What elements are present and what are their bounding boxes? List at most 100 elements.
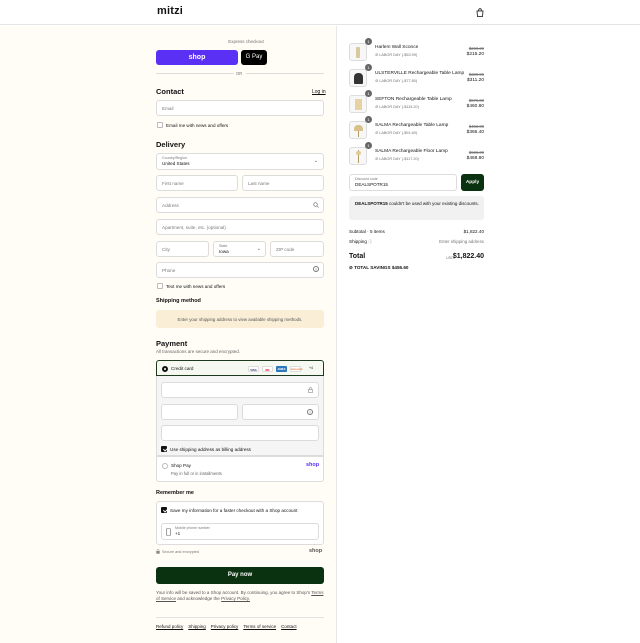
chevron-down-icon: ⌄ <box>313 158 318 164</box>
mobile-phone-icon <box>166 528 171 536</box>
discount-error-text: DEALSPOTR15 couldn't be used with your e… <box>355 201 479 206</box>
quantity-badge: 1 <box>365 38 372 45</box>
product-name: Harlem Wall Sconce <box>375 45 419 50</box>
original-price: $269.29 <box>468 46 484 51</box>
product-discount: ⊘ LABOR DAY (-$117.20) <box>375 157 419 161</box>
lock-icon <box>308 387 313 393</box>
payment-heading: Payment <box>156 339 188 348</box>
product-image <box>349 147 367 165</box>
express-checkout-label: Express checkout <box>228 39 264 44</box>
contact-link[interactable]: Contact <box>281 624 297 629</box>
discount-code-field[interactable]: Discount code DEALSPOTR15 <box>349 174 457 191</box>
shop-pay-option[interactable]: Shop Pay Pay in full or in installments … <box>156 456 324 482</box>
card-number-field[interactable] <box>161 382 319 398</box>
mobile-phone-field[interactable]: Mobile phone number +1 <box>161 523 319 540</box>
total-value: $1,822.40 <box>452 253 484 260</box>
billing-address-checkbox[interactable] <box>161 446 167 452</box>
email-news-checkbox[interactable] <box>157 122 163 128</box>
total-savings: ⊘ TOTAL SAVINGS $455.60 <box>349 265 409 270</box>
original-price: $458.00 <box>468 124 484 129</box>
help-icon[interactable]: ? <box>313 266 319 272</box>
login-link[interactable]: Log in <box>312 89 326 95</box>
refund-policy-link[interactable]: Refund policy <box>156 624 183 629</box>
city-field[interactable]: City <box>156 241 209 257</box>
credit-card-radio[interactable] <box>162 366 168 372</box>
terms-text: Your info will be saved to a Shop accoun… <box>156 590 324 602</box>
google-pay-button[interactable]: G Pay <box>241 50 267 65</box>
visa-icon: VISA <box>248 366 259 372</box>
original-price: $389.00 <box>468 72 484 77</box>
sale-price: $460.80 <box>466 104 484 109</box>
security-code-field[interactable]: ? <box>242 404 319 420</box>
secure-encrypted-text: Secure and encrypted <box>162 550 200 554</box>
payment-secure-text: All transactions are secure and encrypte… <box>156 349 241 354</box>
first-name-field[interactable]: First name <box>156 175 238 191</box>
sale-price: $366.40 <box>466 130 484 135</box>
help-icon[interactable]: ⓘ <box>368 239 372 244</box>
subtotal-label: Subtotal · 5 items <box>349 229 385 234</box>
zip-code-field[interactable]: ZIP code <box>270 241 324 257</box>
expiration-date-field[interactable] <box>161 404 238 420</box>
amex-icon: AMEX <box>276 366 287 372</box>
pay-now-button[interactable]: Pay now <box>156 567 324 584</box>
help-icon[interactable]: ? <box>307 409 313 415</box>
product-name: SALMA Rechargeable Floor Lamp <box>375 149 448 154</box>
total-label: Total <box>349 253 366 260</box>
privacy-policy-footer-link[interactable]: Privacy policy <box>211 624 239 629</box>
store-logo[interactable]: mitzi <box>157 5 183 17</box>
last-name-field[interactable]: Last name <box>242 175 324 191</box>
product-name: SALMA Rechargeable Table Lamp <box>375 123 449 128</box>
product-image <box>349 95 367 113</box>
shipping-info-box: Enter your shipping address to view avai… <box>156 310 324 328</box>
text-news-label: Text me with news and offers <box>166 284 226 289</box>
footer-divider <box>156 617 324 618</box>
save-info-label: Save my information for a faster checkou… <box>170 508 298 513</box>
email-field[interactable]: Email <box>156 100 324 116</box>
delivery-heading: Delivery <box>156 140 186 149</box>
credit-card-label: Credit card <box>171 366 194 371</box>
shop-pay-button[interactable]: shop <box>156 50 238 65</box>
shipping-value: Enter shipping address <box>439 239 484 244</box>
lock-icon <box>156 549 160 554</box>
quantity-badge: 1 <box>365 64 372 71</box>
discount-error-box: DEALSPOTR15 couldn't be used with your e… <box>349 196 484 220</box>
apartment-field[interactable]: Apartment, suite, etc. (optional) <box>156 219 324 235</box>
original-price: $576.00 <box>468 98 484 103</box>
shipping-method-heading: Shipping method <box>156 298 201 304</box>
more-cards-badge: +4 <box>309 366 313 370</box>
product-discount: ⊘ LABOR DAY (-$91.60) <box>375 131 418 135</box>
save-info-checkbox[interactable] <box>161 507 167 513</box>
shipping-link[interactable]: Shipping <box>188 624 206 629</box>
address-field[interactable]: Address <box>156 197 324 213</box>
apply-discount-button[interactable]: Apply <box>461 174 484 191</box>
search-icon <box>313 202 319 208</box>
shop-pay-radio[interactable] <box>162 463 168 469</box>
state-select[interactable]: State Iowa ⌄ <box>213 241 266 257</box>
name-on-card-field[interactable] <box>161 425 319 441</box>
divider-left <box>156 73 234 74</box>
product-image <box>349 121 367 139</box>
credit-card-option[interactable]: Credit card VISA MC AMEX DISCOVER +4 <box>156 360 324 376</box>
privacy-policy-link[interactable]: Privacy Policy. <box>221 596 250 601</box>
shipping-label: Shipping ⓘ <box>349 239 373 244</box>
shipping-info-text: Enter your shipping address to view avai… <box>177 317 303 322</box>
text-news-checkbox[interactable] <box>157 283 163 289</box>
discover-icon: DISCOVER <box>290 366 302 372</box>
product-discount: ⊘ LABOR DAY (-$115.20) <box>375 105 419 109</box>
product-image <box>349 69 367 87</box>
product-discount: ⊘ LABOR DAY (-$53.99) <box>375 53 418 57</box>
divider-right <box>246 73 324 74</box>
phone-field[interactable]: Phone ? <box>156 262 324 278</box>
contact-heading: Contact <box>156 87 184 96</box>
chevron-down-icon: ⌄ <box>256 246 261 252</box>
order-summary-panel <box>336 26 640 643</box>
shopping-bag-icon[interactable] <box>476 8 484 17</box>
shop-pay-sub: Pay in full or in installments <box>171 471 222 476</box>
original-price: $586.00 <box>468 150 484 155</box>
terms-of-service-footer-link[interactable]: Terms of service <box>243 624 276 629</box>
sale-price: $311.20 <box>467 78 484 83</box>
country-select[interactable]: Country/Region United States ⌄ <box>156 153 324 170</box>
shop-pay-label: Shop Pay <box>171 463 191 468</box>
or-divider: OR <box>236 71 243 76</box>
sale-price: $215.20 <box>466 52 484 57</box>
